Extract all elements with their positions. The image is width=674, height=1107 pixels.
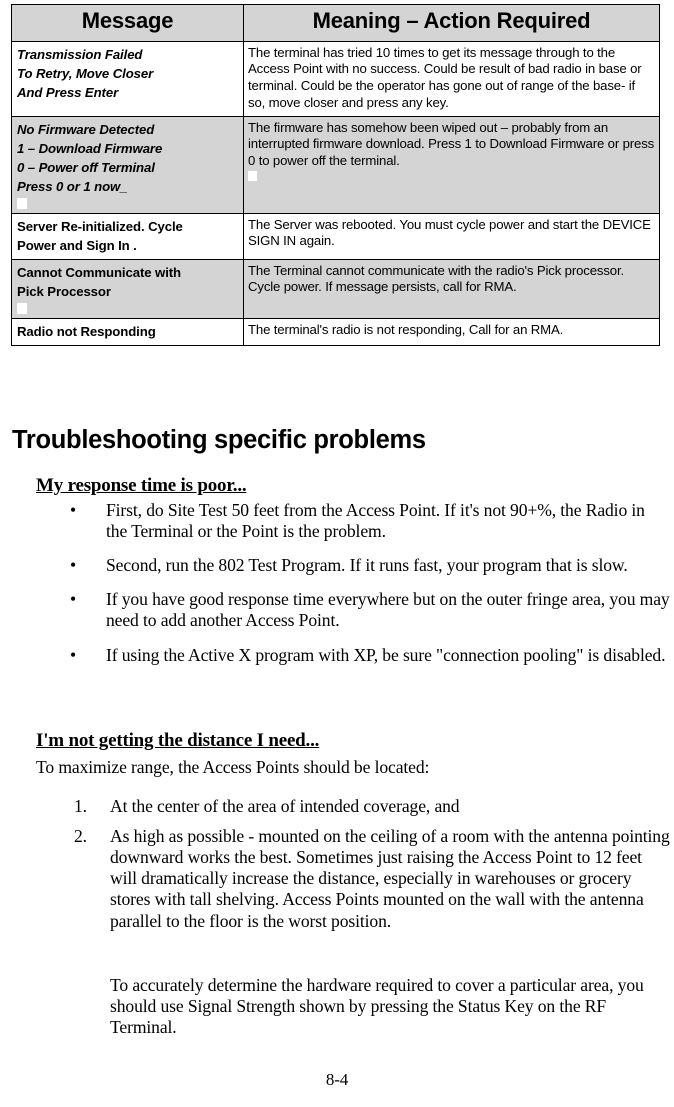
cell-meaning: The terminal's radio is not responding, … xyxy=(243,317,660,346)
table-row: Cannot Communicate with Pick Processor T… xyxy=(11,258,660,319)
section-heading: Troubleshooting specific problems xyxy=(12,426,426,454)
list-item-text: First, do Site Test 50 feet from the Acc… xyxy=(106,500,645,542)
list-item-text: If you have good response time everywher… xyxy=(106,589,670,631)
list-item-text: Second, run the 802 Test Program. If it … xyxy=(106,555,628,576)
subsection-heading-response-time: My response time is poor... xyxy=(36,475,247,496)
list-item: 1. At the center of the area of intended… xyxy=(0,796,674,817)
cell-message: Radio not Responding xyxy=(11,317,244,346)
column-header-meaning: Meaning – Action Required xyxy=(243,4,660,42)
bullet-icon: • xyxy=(70,500,77,520)
distance-lead-in-text: To maximize range, the Access Points sho… xyxy=(36,757,430,777)
list-item: • First, do Site Test 50 feet from the A… xyxy=(0,500,674,542)
meaning-text: The firmware has somehow been wiped out … xyxy=(248,119,655,169)
message-line: Press 0 or 1 now_ xyxy=(17,178,128,194)
error-message-table: Message Meaning – Action Required Transm… xyxy=(11,4,660,346)
message-line: And Press Enter xyxy=(17,84,119,100)
access-point-placement-list: 1. At the center of the area of intended… xyxy=(0,796,674,941)
page-number: 8-4 xyxy=(325,1070,349,1089)
table-row: Transmission Failed To Retry, Move Close… xyxy=(11,40,660,117)
bullet-icon: • xyxy=(70,589,77,610)
subsection-heading-distance: I'm not getting the distance I need... xyxy=(36,730,320,751)
table-row: No Firmware Detected 1 – Download Firmwa… xyxy=(11,115,660,214)
list-item-text: At the center of the area of intended co… xyxy=(110,796,460,816)
table-row: Radio not Responding The terminal's radi… xyxy=(11,317,660,346)
list-item-text: If using the Active X program with XP, b… xyxy=(106,644,666,665)
list-item: • Second, run the 802 Test Program. If i… xyxy=(0,555,674,576)
scan-artifact xyxy=(17,197,27,209)
list-marker: 1. xyxy=(74,796,87,816)
cell-meaning: The Terminal cannot communicate with the… xyxy=(243,258,660,319)
scan-artifact xyxy=(17,302,27,314)
cell-meaning: The firmware has somehow been wiped out … xyxy=(243,115,660,214)
response-time-bullet-list: • First, do Site Test 50 feet from the A… xyxy=(0,500,674,679)
message-line: 0 – Power off Terminal xyxy=(17,159,155,175)
message-line: 1 – Download Firmware xyxy=(17,140,163,156)
list-marker: 2. xyxy=(74,826,87,847)
column-header-message: Message xyxy=(11,4,244,42)
cell-message: No Firmware Detected 1 – Download Firmwa… xyxy=(11,115,244,214)
table-body: Transmission Failed To Retry, Move Close… xyxy=(11,40,660,346)
list-item: 2. As high as possible - mounted on the … xyxy=(0,826,674,932)
cell-message: Cannot Communicate with Pick Processor xyxy=(11,258,244,319)
table-header: Message Meaning – Action Required xyxy=(11,4,660,42)
closing-paragraph: To accurately determine the hardware req… xyxy=(110,975,644,1038)
message-line: Power and Sign In . xyxy=(17,237,137,253)
bullet-icon: • xyxy=(70,644,77,665)
message-line: Radio not Responding xyxy=(17,323,156,339)
document-page: Message Meaning – Action Required Transm… xyxy=(0,0,674,1107)
cell-message: Server Re-initialized. Cycle Power and S… xyxy=(11,212,244,260)
message-line: Pick Processor xyxy=(17,283,111,299)
scan-artifact xyxy=(248,170,257,181)
table-header-row: Message Meaning – Action Required xyxy=(11,4,660,42)
message-line: To Retry, Move Closer xyxy=(17,65,154,81)
cell-meaning: The Server was rebooted. You must cycle … xyxy=(243,212,660,260)
list-item-text: As high as possible - mounted on the cei… xyxy=(110,826,670,931)
message-line: Transmission Failed xyxy=(17,46,143,62)
cell-meaning: The terminal has tried 10 times to get i… xyxy=(243,40,660,117)
message-line: Server Re-initialized. Cycle xyxy=(17,218,183,234)
cell-message: Transmission Failed To Retry, Move Close… xyxy=(11,40,244,117)
list-item: • If you have good response time everywh… xyxy=(0,589,674,631)
message-line: Cannot Communicate with xyxy=(17,264,182,280)
list-item: • If using the Active X program with XP,… xyxy=(0,645,674,666)
bullet-icon: • xyxy=(70,555,77,576)
table-row: Server Re-initialized. Cycle Power and S… xyxy=(11,212,660,260)
message-line: No Firmware Detected xyxy=(17,121,155,137)
